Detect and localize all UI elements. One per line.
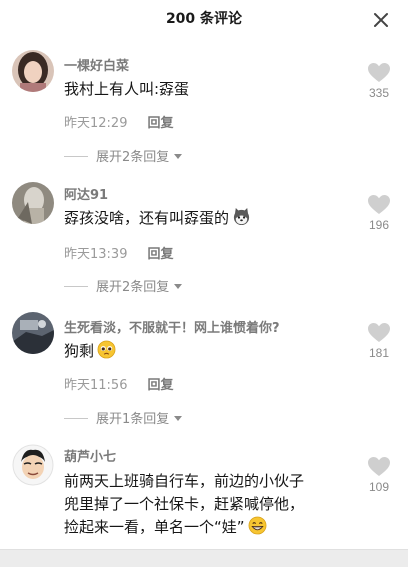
chevron-down-icon <box>174 284 183 289</box>
like-count: 196 <box>368 218 390 232</box>
timestamp: 昨天11:56 <box>64 378 128 393</box>
pleading-emoji-icon <box>97 340 116 359</box>
comment-item: 一棵好白菜 我村上有人叫:孬蛋 昨天12:29 回复 展开2条回复 335 <box>0 48 408 174</box>
username[interactable]: 葫芦小七 <box>64 446 116 465</box>
avatar[interactable] <box>12 182 54 224</box>
like-count: 109 <box>368 480 390 494</box>
reply-button[interactable]: 回复 <box>147 247 173 262</box>
username[interactable]: 生死看淡，不服就干！网上谁惯着你? <box>64 317 280 336</box>
like-button[interactable]: 335 <box>362 62 396 100</box>
timestamp: 昨天12:29 <box>64 116 128 131</box>
comment-text: 前两天上班骑自行车，前边的小伙子 兜里掉了一个社保卡，赶紧喊停他， 捡起来一看，… <box>64 470 304 539</box>
avatar[interactable] <box>12 312 54 354</box>
close-button[interactable] <box>372 11 390 29</box>
comment-count-title: 200 条评论 <box>165 11 243 27</box>
comment-text-line: 前两天上班骑自行车，前边的小伙子 <box>64 472 305 490</box>
like-count: 181 <box>368 346 390 360</box>
expand-replies-button[interactable]: 展开2条回复 <box>64 276 183 295</box>
comment-input-bar[interactable] <box>0 549 408 567</box>
comment-text: 孬孩没啥，还有叫孬蛋的 <box>64 207 251 230</box>
username[interactable]: 一棵好白菜 <box>64 55 129 74</box>
heart-icon <box>368 63 390 82</box>
divider <box>64 418 88 419</box>
like-button[interactable]: 196 <box>362 194 396 232</box>
like-count: 335 <box>368 86 390 100</box>
expand-replies-button[interactable]: 展开2条回复 <box>64 146 183 165</box>
reply-button[interactable]: 回复 <box>147 378 173 393</box>
expand-replies-label: 展开1条回复 <box>96 412 170 427</box>
heart-icon <box>368 195 390 214</box>
like-button[interactable]: 109 <box>362 456 396 494</box>
heart-icon <box>368 457 390 476</box>
reply-button[interactable]: 回复 <box>147 116 173 131</box>
username[interactable]: 阿达91 <box>64 184 108 203</box>
avatar[interactable] <box>12 50 54 92</box>
comment-item: 阿达91 孬孩没啥，还有叫孬蛋的 昨天13:39 回复 展开2条回复 196 <box>0 180 408 304</box>
chevron-down-icon <box>174 416 183 421</box>
grin-emoji-icon <box>248 516 266 535</box>
like-button[interactable]: 181 <box>362 322 396 360</box>
expand-replies-label: 展开2条回复 <box>96 280 170 295</box>
comment-item: 葫芦小七 前两天上班骑自行车，前边的小伙子 兜里掉了一个社保卡，赶紧喊停他， 捡… <box>0 444 408 549</box>
comment-text: 狗剩 <box>64 340 116 363</box>
expand-replies-button[interactable]: 展开1条回复 <box>64 408 183 427</box>
divider <box>64 286 88 287</box>
avatar[interactable] <box>12 444 54 486</box>
comment-text-body: 孬孩没啥，还有叫孬蛋的 <box>64 209 230 227</box>
expand-replies-label: 展开2条回复 <box>96 150 170 165</box>
comment-text-line-with-emoji: 捡起来一看，单名一个“娃” <box>64 516 304 539</box>
comment-text: 我村上有人叫:孬蛋 <box>64 80 190 98</box>
comment-meta: 昨天12:29 回复 <box>64 112 173 131</box>
comments-header: 200 条评论 <box>0 0 408 40</box>
husky-emoji-icon <box>233 207 250 226</box>
comment-text-line: 兜里掉了一个社保卡，赶紧喊停他， <box>64 495 305 513</box>
comment-text-body: 狗剩 <box>64 342 95 360</box>
comment-item: 生死看淡，不服就干！网上谁惯着你? 狗剩 昨天11:56 回复 展开1条回复 18… <box>0 312 408 432</box>
comment-meta: 昨天11:56 回复 <box>64 374 173 393</box>
comment-meta: 昨天13:39 回复 <box>64 243 173 262</box>
chevron-down-icon <box>174 154 183 159</box>
comment-text-line: 捡起来一看，单名一个“娃” <box>64 518 245 536</box>
heart-icon <box>368 323 390 342</box>
timestamp: 昨天13:39 <box>64 247 128 262</box>
close-icon <box>374 13 388 27</box>
divider <box>64 156 88 157</box>
